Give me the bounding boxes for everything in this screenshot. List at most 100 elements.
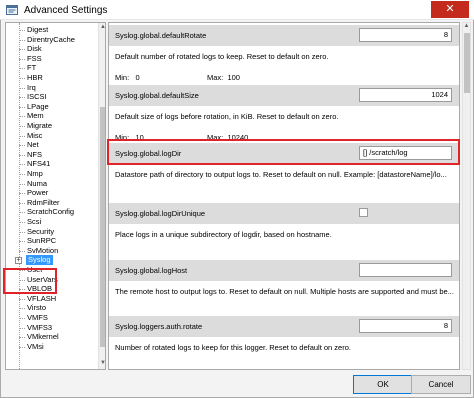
scroll-up-icon[interactable]: ▲ — [463, 23, 470, 31]
setting-value-input[interactable] — [359, 263, 452, 277]
tree-item-rdmfilter[interactable]: RdmFilter — [6, 198, 98, 208]
setting-description: Place logs in a unique subdirectory of l… — [115, 230, 332, 239]
tree-item-vmfs3[interactable]: VMFS3 — [6, 323, 98, 333]
tree-item-label: VMsi — [27, 341, 44, 351]
setting-row: Syslog.loggers.auth.rotate 8 Number of rot… — [109, 316, 459, 369]
tree-connector — [19, 49, 25, 51]
tree-item-iscsi[interactable]: ISCSI — [6, 92, 98, 102]
tree-item-label: FT — [27, 63, 37, 73]
tree-item-label: VMkernel — [27, 332, 59, 342]
tree-item-label: SvMotion — [27, 245, 59, 255]
tree-connector — [19, 174, 25, 175]
tree-connector — [19, 231, 25, 233]
tree-item-svmotion[interactable]: SvMotion — [6, 246, 98, 256]
tree-item-label: NFS41 — [27, 159, 51, 169]
ok-button[interactable]: OK — [353, 375, 413, 394]
tree-scroll-thumb[interactable] — [100, 107, 105, 347]
tree-item-digest[interactable]: Digest — [6, 25, 98, 35]
setting-row: Syslog.global.defaultRotate 8 Default numb… — [109, 25, 459, 83]
tree-connector — [19, 183, 25, 185]
tree-item-nmp[interactable]: Nmp — [6, 169, 98, 179]
tree-item-security[interactable]: Security — [6, 227, 98, 237]
tree-connector — [19, 202, 25, 204]
tree-item-virsto[interactable]: Virsto — [6, 303, 98, 313]
tree-item-label: VFLASH — [27, 293, 57, 303]
tree-item-sunrpc[interactable]: SunRPC — [6, 236, 98, 246]
setting-value-input[interactable]: 8 — [359, 319, 452, 333]
scroll-up-icon[interactable]: ▲ — [100, 24, 105, 32]
setting-name: Syslog.global.logDirUnique — [115, 209, 206, 218]
tree-connector — [19, 308, 25, 310]
tree-connector — [19, 222, 25, 223]
tree-item-nfs[interactable]: NFS — [6, 150, 98, 160]
tree-item-lpage[interactable]: LPage — [6, 102, 98, 112]
scroll-down-icon[interactable]: ▼ — [100, 360, 105, 368]
settings-scrollbar[interactable]: ▲ — [462, 22, 471, 370]
tree-connector — [19, 135, 25, 137]
app-icon — [6, 5, 18, 15]
tree-item-power[interactable]: Power — [6, 188, 98, 198]
tree-item-vmsi[interactable]: VMsi — [6, 342, 98, 352]
tree-item-label: DirentryCache — [27, 34, 75, 44]
setting-header: Syslog.loggers.auth.rotate 8 — [109, 316, 459, 337]
tree-item-nfs41[interactable]: NFS41 — [6, 159, 98, 169]
tree-connector — [19, 116, 25, 118]
category-tree[interactable]: Digest DirentryCache Disk FSS FT HBR Irq ISCSI L… — [5, 22, 106, 370]
tree-item-vflash[interactable]: VFLASH — [6, 294, 98, 304]
tree-item-vmfs[interactable]: VMFS — [6, 313, 98, 323]
tree-item-direntrycache[interactable]: DirentryCache — [6, 35, 98, 45]
tree-item-label: Scsi — [27, 217, 42, 226]
tree-item-scsi[interactable]: Scsi — [6, 217, 98, 227]
tree-item-label: LPage — [27, 101, 49, 111]
setting-description: The remote host to output logs to. Reset… — [115, 287, 454, 296]
logdir-highlight-box — [107, 139, 460, 165]
tree-item-label: Power — [27, 188, 49, 198]
tree-item-label: Numa — [27, 178, 48, 188]
tree-connector — [19, 164, 25, 166]
tree-item-ft[interactable]: FT — [6, 63, 98, 73]
tree-item-mem[interactable]: Mem — [6, 111, 98, 121]
tree-scrollbar[interactable]: ▲ ▼ — [98, 23, 105, 369]
tree-item-hbr[interactable]: HBR — [6, 73, 98, 83]
tree-connector — [19, 241, 25, 243]
close-button[interactable]: ✕ — [431, 1, 469, 18]
tree-item-label: Security — [27, 226, 55, 236]
tree-item-numa[interactable]: Numa — [6, 179, 98, 189]
setting-name: Syslog.global.logHost — [115, 266, 188, 275]
min-label: Min: — [115, 73, 130, 82]
settings-scroll-thumb[interactable] — [464, 33, 470, 93]
cancel-button[interactable]: Cancel — [411, 375, 471, 394]
setting-max: Max: 100 — [207, 73, 240, 82]
tree-item-label: Migrate — [27, 121, 53, 130]
tree-connector — [19, 154, 25, 156]
tree-item-label: Mem — [27, 111, 44, 121]
tree-item-label: Virsto — [27, 303, 47, 313]
tree-item-irq[interactable]: Irq — [6, 83, 98, 93]
tree-item-label: Irq — [27, 82, 36, 92]
tree-connector — [19, 87, 25, 89]
tree-item-label: SunRPC — [27, 236, 57, 246]
setting-row: Syslog.global.defaultSize 1024 Default siz… — [109, 85, 459, 142]
setting-value-input[interactable]: 1024 — [359, 88, 452, 102]
tree-item-scratchconfig[interactable]: ScratchConfig — [6, 207, 98, 217]
tree-item-migrate[interactable]: Migrate — [6, 121, 98, 131]
tree-item-vmkernel[interactable]: VMkernel — [6, 332, 98, 342]
setting-name: Syslog.global.defaultSize — [115, 91, 199, 100]
setting-description: Datastore path of directory to output lo… — [115, 170, 447, 179]
tree-item-label: Net — [27, 140, 39, 150]
tree-item-label: VMFS3 — [27, 322, 53, 332]
tree-item-misc[interactable]: Misc — [6, 131, 98, 141]
tree-item-syslog[interactable]: + Syslog — [6, 255, 98, 266]
setting-checkbox[interactable] — [359, 208, 368, 217]
tree-connector — [19, 346, 25, 348]
tree-connector — [19, 337, 25, 339]
tree-connector — [19, 39, 25, 41]
title-bar: Advanced Settings ✕ — [0, 0, 474, 20]
min-value: 0 — [135, 73, 140, 82]
tree-item-fss[interactable]: FSS — [6, 54, 98, 64]
setting-value-input[interactable]: 8 — [359, 28, 452, 42]
expand-icon[interactable]: + — [15, 257, 22, 265]
tree-item-disk[interactable]: Disk — [6, 44, 98, 54]
tree-item-net[interactable]: Net — [6, 140, 98, 150]
setting-name: Syslog.global.defaultRotate — [115, 31, 207, 40]
